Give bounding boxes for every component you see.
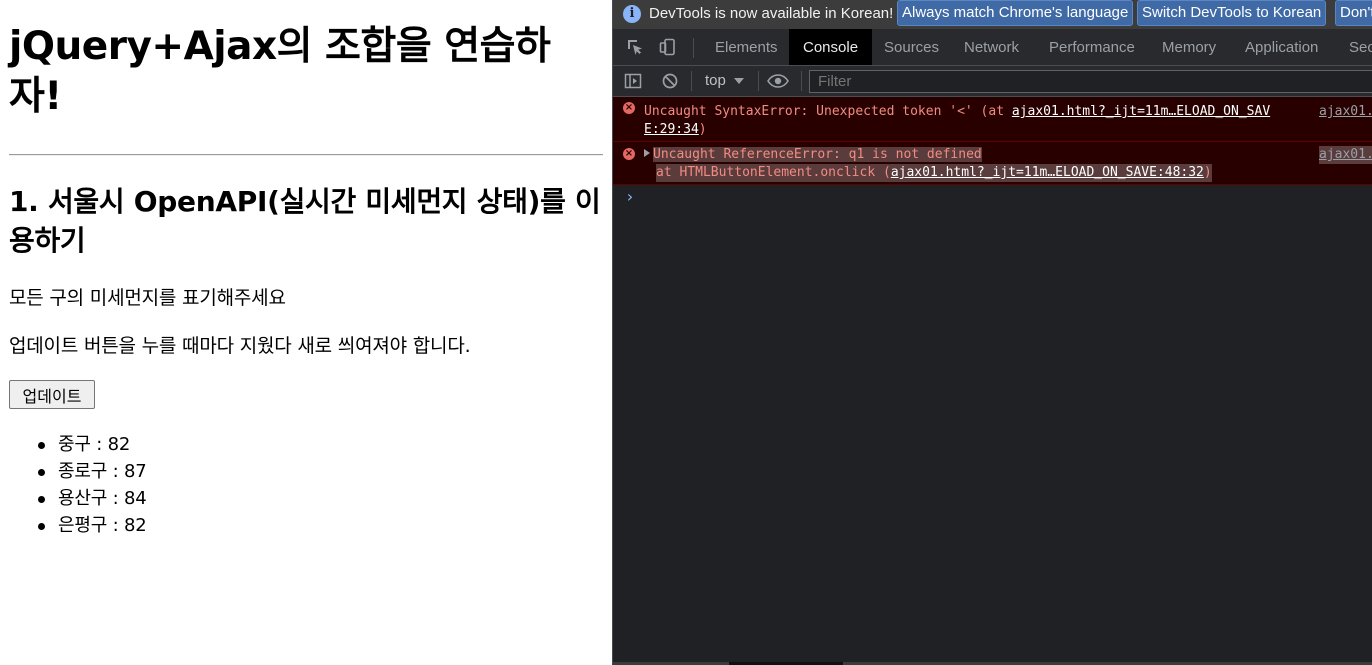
page-title: jQuery+Ajax의 조합을 연습하자! (9, 24, 551, 119)
sidebar-toggle-icon[interactable] (624, 72, 642, 90)
toolbar-divider (801, 71, 802, 91)
error-source-link[interactable]: ajax01.html?_ijt=11m…ELOAD_ON_SAV (1012, 104, 1270, 119)
error-text: Uncaught ReferenceError: q1 is not defin… (653, 147, 982, 162)
list-item: 은평구 : 82 (38, 512, 147, 539)
filter-input[interactable] (809, 70, 1372, 93)
instruction-text-2: 업데이트 버튼을 누를 때마다 지웠다 새로 씌여져야 합니다. (9, 335, 471, 357)
device-toolbar-icon[interactable] (659, 38, 677, 56)
tab-console[interactable]: Console (789, 29, 873, 65)
console-prompt[interactable]: › (625, 187, 635, 206)
tab-performance[interactable]: Performance (1049, 29, 1135, 65)
language-infobar: i DevTools is now available in Korean! A… (613, 0, 1372, 29)
chevron-down-icon[interactable] (734, 78, 744, 84)
stack-trace-text: at HTMLButtonElement.onclick ( (656, 165, 891, 180)
switch-to-korean-button[interactable]: Switch DevTools to Korean (1137, 0, 1327, 26)
tab-sources[interactable]: Sources (884, 29, 939, 65)
error-icon: × (623, 102, 635, 114)
error-icon: × (623, 148, 635, 160)
source-location-link[interactable]: ajax01. (1319, 103, 1372, 121)
update-button[interactable]: 업데이트 (9, 380, 95, 409)
stack-trace-suffix: ) (1203, 165, 1212, 180)
list-item: 종로구 : 87 (38, 458, 147, 485)
inspect-element-icon[interactable] (626, 38, 644, 56)
source-location-link[interactable]: ajax01. (1319, 146, 1372, 164)
clear-console-icon[interactable] (661, 72, 679, 90)
horizontal-rule (9, 154, 603, 156)
error-source-link-continued[interactable]: E:29:34 (644, 122, 699, 137)
tab-security[interactable]: Sec (1349, 29, 1372, 65)
tab-network[interactable]: Network (964, 29, 1019, 65)
devtools-tab-bar: Elements Console Sources Network Perform… (613, 29, 1372, 66)
info-icon: i (623, 5, 641, 23)
tab-application[interactable]: Application (1245, 29, 1318, 65)
toolbar-divider (758, 71, 759, 91)
context-selector[interactable]: top (705, 72, 726, 89)
console-toolbar: top (613, 66, 1372, 97)
eye-icon[interactable] (767, 72, 789, 90)
tab-memory[interactable]: Memory (1162, 29, 1216, 65)
list-item: 중구 : 82 (38, 431, 147, 458)
console-error-message: × Uncaught ReferenceError: q1 is not def… (613, 142, 1372, 185)
list-item: 용산구 : 84 (38, 485, 147, 512)
expand-triangle-icon[interactable] (644, 149, 650, 157)
devtools-panel: i DevTools is now available in Korean! A… (612, 0, 1372, 665)
dont-show-again-button[interactable]: Don't (1335, 0, 1372, 26)
console-error-message: × Uncaught SyntaxError: Unexpected token… (613, 97, 1372, 142)
error-text: Uncaught SyntaxError: Unexpected token '… (644, 104, 1012, 119)
instruction-text-1: 모든 구의 미세먼지를 표기해주세요 (9, 287, 286, 309)
infobar-text: DevTools is now available in Korean! (649, 5, 894, 22)
error-text-suffix: ) (698, 122, 707, 137)
district-list: 중구 : 82 종로구 : 87 용산구 : 84 은평구 : 82 (0, 431, 147, 539)
toolbar-divider (693, 38, 694, 58)
stack-trace-link[interactable]: ajax01.html?_ijt=11m…ELOAD_ON_SAVE:48:32 (891, 165, 1204, 180)
section-title: 1. 서울시 OpenAPI(실시간 미세먼지 상태)를 이용하기 (9, 185, 601, 257)
web-page: jQuery+Ajax의 조합을 연습하자! 1. 서울시 OpenAPI(실시… (0, 0, 612, 665)
toolbar-divider (691, 71, 692, 91)
tab-elements[interactable]: Elements (715, 29, 778, 65)
match-language-button[interactable]: Always match Chrome's language (897, 0, 1134, 26)
